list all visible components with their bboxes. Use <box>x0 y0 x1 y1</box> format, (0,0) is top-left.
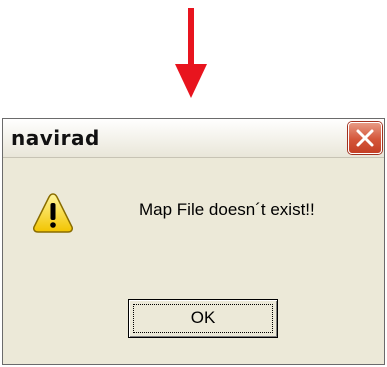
down-arrow-icon <box>175 8 207 98</box>
title-bar[interactable]: navirad <box>3 119 384 158</box>
message-dialog: navirad Map File doesn´t exist!! OK <box>2 118 385 365</box>
dialog-title: navirad <box>11 126 100 150</box>
warning-icon <box>33 193 73 233</box>
close-icon <box>356 129 374 147</box>
dialog-message: Map File doesn´t exist!! <box>139 200 315 219</box>
ok-button-label: OK <box>190 308 216 327</box>
ok-button[interactable]: OK <box>128 299 278 338</box>
close-button[interactable] <box>348 122 382 154</box>
